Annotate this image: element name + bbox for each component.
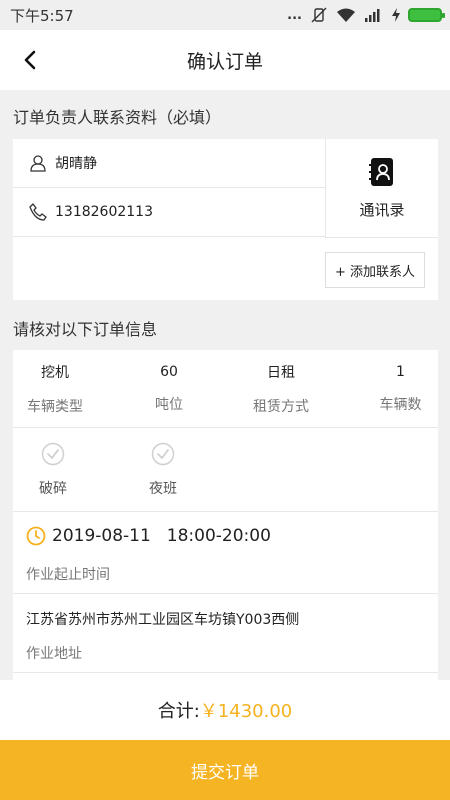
- work-time: 2019-08-11 18:00-20:00: [26, 526, 271, 546]
- order-section-title: 请核对以下订单信息: [13, 320, 158, 339]
- signal-icon: [365, 9, 380, 22]
- option-crushing: 破碎: [13, 428, 93, 512]
- address-book-button[interactable]: 通讯录: [325, 139, 438, 238]
- option-label: 破碎: [39, 481, 67, 497]
- more-dots-icon: ...: [287, 7, 302, 23]
- total-bar: 合计: ￥1430.00: [0, 680, 450, 740]
- total-label: 合计:: [157, 701, 200, 722]
- spec-value: 日租: [267, 365, 295, 381]
- phone-icon: [29, 202, 49, 222]
- spec-rental-mode: 日租 租赁方式: [231, 350, 331, 428]
- clock-icon: [26, 526, 46, 546]
- spec-value: 1: [396, 364, 405, 380]
- work-address-row: 江苏省苏州市苏州工业园区车坊镇Y003西侧 作业地址: [13, 594, 438, 673]
- contact-card: 胡晴静 13182602113 通讯录 + 添加联系人: [13, 139, 438, 300]
- work-time-label: 作业起止时间: [26, 567, 110, 583]
- order-card: 挖机 车辆类型 60 吨位 日租 租赁方式 1 车辆数 破碎 夜班 2019-0…: [13, 350, 438, 680]
- address-book-icon: [369, 157, 393, 186]
- add-contact-button[interactable]: + 添加联系人: [325, 252, 425, 288]
- options-row: 破碎 夜班: [13, 428, 438, 512]
- spec-label: 租赁方式: [253, 399, 309, 415]
- contact-phone-field[interactable]: 13182602113: [13, 188, 325, 237]
- nav-bar: 确认订单: [0, 30, 450, 90]
- work-date: 2019-08-11: [52, 526, 151, 546]
- spec-label: 吨位: [155, 397, 183, 413]
- spec-row: 挖机 车辆类型 60 吨位 日租 租赁方式 1 车辆数: [13, 350, 438, 428]
- contact-name: 胡晴静: [55, 156, 97, 172]
- option-night-shift: 夜班: [123, 428, 203, 512]
- vibrate-off-icon: [311, 7, 327, 23]
- status-icons: ...: [287, 7, 445, 23]
- total-amount: ￥1430.00: [199, 701, 293, 722]
- check-circle-icon: [41, 442, 65, 466]
- status-time: 下午5:57: [10, 6, 74, 25]
- work-time-row: 2019-08-11 18:00-20:00 作业起止时间: [13, 512, 438, 594]
- spec-vehicle-type: 挖机 车辆类型: [13, 350, 97, 428]
- spec-value: 60: [160, 364, 178, 380]
- submit-order-button[interactable]: 提交订单: [0, 740, 450, 800]
- spec-label: 车辆数: [379, 397, 422, 413]
- check-circle-icon: [151, 442, 175, 466]
- work-address-label: 作业地址: [26, 646, 82, 662]
- address-book-label: 通讯录: [359, 200, 405, 219]
- work-time-range: 18:00-20:00: [166, 526, 271, 546]
- contact-phone: 13182602113: [55, 204, 153, 220]
- page-title: 确认订单: [186, 50, 263, 73]
- option-label: 夜班: [149, 481, 177, 497]
- spec-vehicle-count: 1 车辆数: [363, 350, 438, 428]
- status-bar: 下午5:57 ...: [0, 0, 450, 30]
- work-address: 江苏省苏州市苏州工业园区车坊镇Y003西侧: [26, 612, 300, 628]
- wifi-icon: [337, 8, 355, 22]
- battery-icon: [408, 8, 445, 22]
- spec-tonnage: 60 吨位: [127, 350, 211, 428]
- person-icon: [29, 153, 49, 173]
- contact-name-field[interactable]: 胡晴静: [13, 139, 325, 188]
- contact-section-title: 订单负责人联系资料（必填）: [13, 108, 222, 127]
- back-icon[interactable]: [18, 46, 42, 74]
- charging-icon: [392, 8, 400, 22]
- spec-value: 挖机: [41, 365, 69, 381]
- spec-label: 车辆类型: [27, 399, 83, 415]
